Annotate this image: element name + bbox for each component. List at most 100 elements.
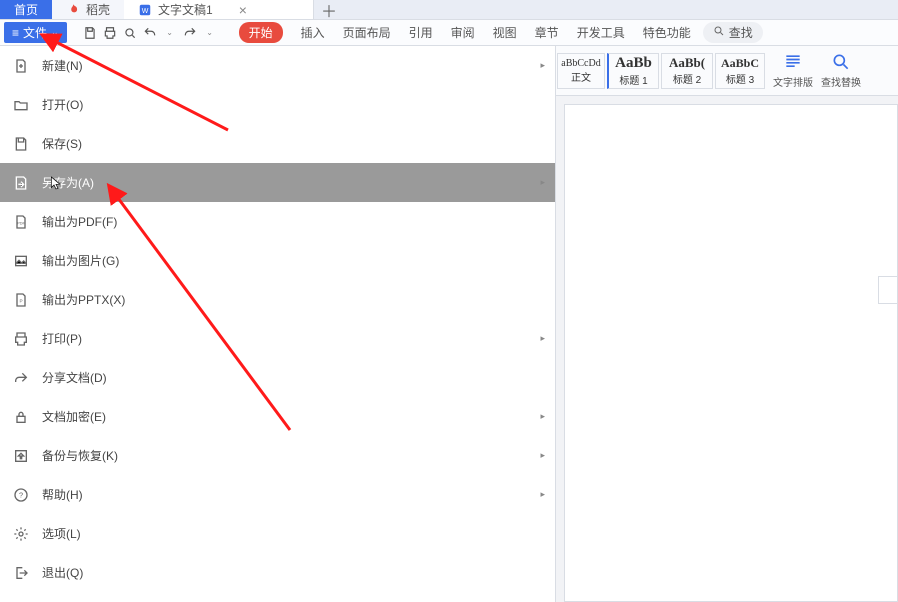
menu-encrypt-label: 文档加密(E)	[42, 408, 106, 425]
qat-undo-caret[interactable]: ⌄	[161, 24, 179, 42]
svg-text:PDF: PDF	[17, 220, 26, 225]
ribbon-tab-pagelayout[interactable]: 页面布局	[343, 24, 391, 41]
svg-text:P: P	[19, 298, 22, 303]
tab-shell[interactable]: 稻壳	[52, 0, 124, 19]
tab-document[interactable]: W 文字文稿1 ×	[124, 0, 314, 19]
tab-home-label: 首页	[14, 1, 38, 18]
help-icon: ?	[12, 486, 30, 504]
ribbon-tab-start[interactable]: 开始	[239, 22, 283, 43]
chevron-right-icon: ▸	[540, 177, 545, 188]
style-heading2[interactable]: AaBb( 标题 2	[661, 53, 713, 89]
menu-options[interactable]: 选项(L)	[0, 514, 555, 553]
svg-text:W: W	[142, 7, 149, 14]
print-icon	[12, 330, 30, 348]
hamburger-icon: ≡	[12, 26, 19, 40]
menu-open[interactable]: 打开(O)	[0, 85, 555, 124]
document-page[interactable]	[564, 104, 898, 602]
menu-exit[interactable]: 退出(Q)	[0, 553, 555, 592]
save-as-icon	[12, 174, 30, 192]
ribbon-tab-devtools[interactable]: 开发工具	[577, 24, 625, 41]
chevron-right-icon: ▸	[540, 411, 545, 422]
style-heading3[interactable]: AaBbC 标题 3	[715, 53, 765, 89]
menu-export-image-label: 输出为图片(G)	[42, 252, 119, 269]
menu-exit-label: 退出(Q)	[42, 564, 83, 581]
ribbon-tab-insert[interactable]: 插入	[301, 24, 325, 41]
menu-encrypt[interactable]: 文档加密(E) ▸	[0, 397, 555, 436]
tab-shell-label: 稻壳	[86, 1, 110, 18]
menu-new[interactable]: 新建(N) ▸	[0, 46, 555, 85]
menu-export-image[interactable]: 输出为图片(G)	[0, 241, 555, 280]
document-area	[556, 96, 898, 602]
menu-export-pptx-label: 输出为PPTX(X)	[42, 291, 125, 308]
menu-save[interactable]: 保存(S)	[0, 124, 555, 163]
file-menu-button[interactable]: ≡ 文件 ⌄	[4, 22, 67, 43]
file-menu: 新建(N) ▸ 打开(O) 保存(S) 另存为(A) ▸ PDF 输出为PDF(…	[0, 46, 556, 602]
style-body-sample: aBbCcDd	[561, 58, 600, 69]
flame-icon	[66, 3, 80, 17]
style-h2-sample: AaBb(	[669, 55, 705, 71]
qat-redo-icon[interactable]	[181, 24, 199, 42]
ribbon-tab-special[interactable]: 特色功能	[643, 24, 691, 41]
group-text-layout-label: 文字排版	[773, 74, 813, 89]
close-icon[interactable]: ×	[239, 2, 247, 18]
chevron-right-icon: ▸	[540, 60, 545, 71]
tab-home[interactable]: 首页	[0, 0, 52, 19]
side-panel-tab[interactable]	[878, 276, 898, 304]
search-icon	[713, 25, 725, 40]
qat-preview-icon[interactable]	[121, 24, 139, 42]
menu-print[interactable]: 打印(P) ▸	[0, 319, 555, 358]
menu-help[interactable]: ? 帮助(H) ▸	[0, 475, 555, 514]
chevron-right-icon: ▸	[540, 450, 545, 461]
search-label: 查找	[729, 24, 753, 41]
menu-export-pdf[interactable]: PDF 输出为PDF(F)	[0, 202, 555, 241]
gear-icon	[12, 525, 30, 543]
chevron-right-icon: ▸	[540, 333, 545, 344]
cursor-icon	[48, 175, 64, 194]
chevron-down-icon: ⌄	[51, 27, 59, 38]
ribbon-tabs: 开始 插入 页面布局 引用 审阅 视图 章节 开发工具 特色功能	[239, 22, 691, 43]
menu-print-label: 打印(P)	[42, 330, 82, 347]
menu-backup[interactable]: 备份与恢复(K) ▸	[0, 436, 555, 475]
group-text-layout[interactable]: 文字排版	[769, 52, 817, 89]
style-heading1[interactable]: AaBb 标题 1	[607, 53, 659, 89]
qat-print-icon[interactable]	[101, 24, 119, 42]
group-find-replace-label: 查找替换	[821, 74, 861, 89]
pptx-icon: P	[12, 291, 30, 309]
style-h2-label: 标题 2	[673, 71, 701, 86]
menu-save-label: 保存(S)	[42, 135, 82, 152]
folder-open-icon	[12, 96, 30, 114]
new-file-icon	[12, 57, 30, 75]
style-body-label: 正文	[571, 69, 591, 84]
svg-text:?: ?	[19, 490, 23, 499]
menu-export-pdf-label: 输出为PDF(F)	[42, 213, 117, 230]
menu-export-pptx[interactable]: P 输出为PPTX(X)	[0, 280, 555, 319]
new-tab-button[interactable]: ＋	[314, 0, 344, 19]
save-icon	[12, 135, 30, 153]
style-h3-label: 标题 3	[726, 71, 754, 86]
qat-save-icon[interactable]	[81, 24, 99, 42]
word-doc-icon: W	[138, 3, 152, 17]
ribbon-tab-view[interactable]: 视图	[493, 24, 517, 41]
backup-icon	[12, 447, 30, 465]
menu-share[interactable]: 分享文档(D)	[0, 358, 555, 397]
window-tabstrip: 首页 稻壳 W 文字文稿1 × ＋	[0, 0, 898, 20]
style-h1-label: 标题 1	[619, 72, 647, 87]
ribbon-tab-references[interactable]: 引用	[409, 24, 433, 41]
qat-undo-icon[interactable]	[141, 24, 159, 42]
exit-icon	[12, 564, 30, 582]
menu-share-label: 分享文档(D)	[42, 369, 107, 386]
group-find-replace[interactable]: 查找替换	[817, 52, 865, 89]
menu-open-label: 打开(O)	[42, 96, 83, 113]
search-pill[interactable]: 查找	[703, 22, 763, 43]
menu-new-label: 新建(N)	[42, 57, 83, 74]
menu-save-as[interactable]: 另存为(A) ▸	[0, 163, 555, 202]
file-menu-label: 文件	[23, 24, 47, 41]
ribbon-tab-chapter[interactable]: 章节	[535, 24, 559, 41]
ribbon-tab-review[interactable]: 审阅	[451, 24, 475, 41]
style-body[interactable]: aBbCcDd 正文	[557, 53, 605, 89]
style-h1-sample: AaBb	[615, 55, 652, 72]
menu-help-label: 帮助(H)	[42, 486, 83, 503]
qat-redo-caret[interactable]: ⌄	[201, 24, 219, 42]
toolbar: ≡ 文件 ⌄ ⌄ ⌄ 开始 插入 页面布局 引用 审阅 视图 章节 开发工具 特…	[0, 20, 898, 46]
menu-backup-label: 备份与恢复(K)	[42, 447, 118, 464]
